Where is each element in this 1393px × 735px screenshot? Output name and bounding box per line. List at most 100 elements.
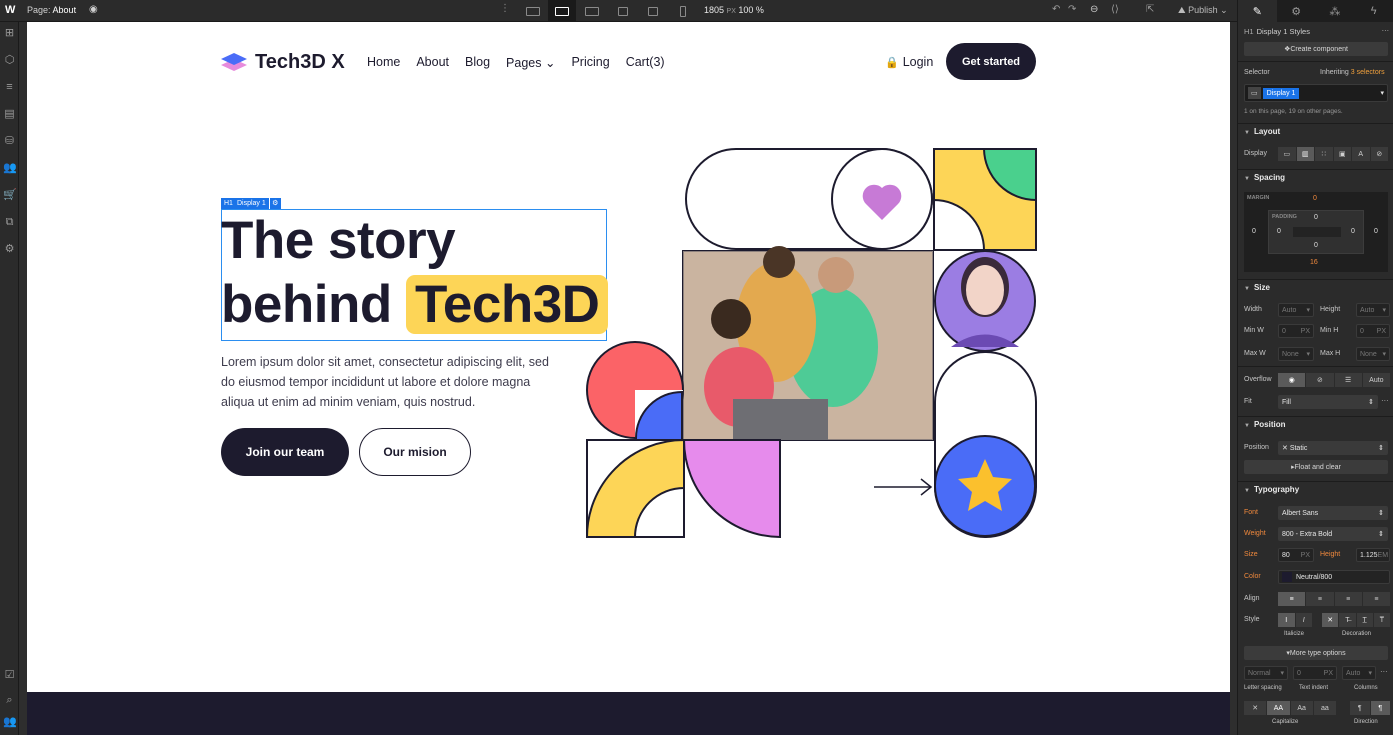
lightning-icon[interactable]: ϟ <box>1354 0 1393 22</box>
italic-none-icon[interactable]: I <box>1278 613 1295 627</box>
get-started-button[interactable]: Get started <box>946 43 1036 80</box>
fit-more-icon[interactable]: ⋯ <box>1381 396 1389 405</box>
export-icon[interactable]: ⇱ <box>1146 4 1154 15</box>
selector-state-icon[interactable]: ▭ <box>1248 87 1261 99</box>
margin-left[interactable]: 0 <box>1252 228 1256 235</box>
max-height-input[interactable]: None ▾ <box>1356 347 1390 361</box>
more-type-options-button[interactable]: ▾ More type options <box>1244 646 1388 660</box>
breakpoint-desktop-star-button[interactable] <box>578 0 606 22</box>
audit-check-icon[interactable]: ☑ <box>3 669 16 682</box>
nav-pages[interactable]: Pages ⌄ <box>506 55 555 70</box>
display-block-icon[interactable]: ▭ <box>1278 147 1296 161</box>
selector-dropdown-icon[interactable]: ▾ <box>1380 89 1384 97</box>
selection-tag[interactable]: H1 Display 1 ⚙ <box>221 198 281 209</box>
font-size-input[interactable]: 80 PX <box>1278 548 1314 562</box>
selector-chip[interactable]: Display 1 <box>1262 87 1300 99</box>
ecommerce-cart-icon[interactable]: 🛒 <box>3 189 17 202</box>
float-clear-button[interactable]: ▸ Float and clear <box>1244 460 1388 474</box>
capitalize-none[interactable]: ✕ <box>1244 701 1267 715</box>
display-inline-icon[interactable]: A <box>1352 147 1370 161</box>
nav-about[interactable]: About <box>416 55 449 70</box>
direction-rtl-icon[interactable]: ¶ <box>1370 701 1390 715</box>
min-height-input[interactable]: 0 PX <box>1356 324 1390 338</box>
capitalize-title[interactable]: Aa <box>1290 701 1313 715</box>
min-width-input[interactable]: 0 PX <box>1278 324 1314 338</box>
webflow-logo[interactable]: W <box>5 4 15 16</box>
margin-top[interactable]: 0 <box>1313 195 1317 202</box>
weight-select[interactable]: 800 - Extra Bold ⇕ <box>1278 527 1388 541</box>
overline-icon[interactable]: T̅ <box>1373 613 1390 627</box>
align-center-icon[interactable]: ≡ <box>1306 592 1334 606</box>
redo-icon[interactable]: ↷ <box>1068 4 1076 15</box>
fit-select[interactable]: Fill ⇕ <box>1278 395 1378 409</box>
add-panel-icon[interactable]: ⊞ <box>3 27 16 40</box>
create-component-button[interactable]: ❖ Create component <box>1244 42 1388 56</box>
type-more-icon[interactable]: ⋯ <box>1380 667 1388 676</box>
decoration-none-icon[interactable]: ✕ <box>1322 613 1339 627</box>
page-preview[interactable]: Tech3D X Home About Blog Pages ⌄ Pricing… <box>27 22 1230 735</box>
minus-circle-icon[interactable]: ⊖ <box>1090 4 1098 15</box>
position-section-header[interactable]: ▼ Position <box>1238 416 1393 432</box>
styles-more-icon[interactable]: ⋯ <box>1382 26 1390 35</box>
preview-eye-icon[interactable]: ◉ <box>89 4 98 15</box>
display-flex-icon[interactable]: ▥ <box>1296 147 1314 161</box>
navigator-icon[interactable]: ≡ <box>3 81 16 94</box>
nav-pricing[interactable]: Pricing <box>571 55 609 70</box>
selector-field[interactable]: ▭ Display 1 ▾ <box>1244 84 1388 102</box>
box-model-editor[interactable]: MARGIN 0 0 0 16 PADDING 0 0 0 0 <box>1244 192 1388 272</box>
padding-left[interactable]: 0 <box>1277 228 1281 235</box>
align-right-icon[interactable]: ≡ <box>1334 592 1362 606</box>
inheriting-info[interactable]: Inheriting 3 selectors <box>1320 69 1385 76</box>
nav-cart[interactable]: Cart(3) <box>626 55 665 70</box>
margin-bottom[interactable]: 16 <box>1310 259 1318 266</box>
spacing-section-header[interactable]: ▼ Spacing <box>1238 169 1393 185</box>
direction-ltr-icon[interactable]: ¶ <box>1350 701 1370 715</box>
design-canvas[interactable]: Tech3D X Home About Blog Pages ⌄ Pricing… <box>19 22 1237 735</box>
strikethrough-icon[interactable]: T̶ <box>1339 613 1356 627</box>
capitalize-lowercase[interactable]: aa <box>1313 701 1336 715</box>
overflow-hidden-icon[interactable]: ⊘ <box>1306 373 1334 387</box>
align-left-icon[interactable]: ≡ <box>1278 592 1306 606</box>
letter-spacing-input[interactable]: Normal ▾ <box>1244 666 1288 680</box>
text-indent-input[interactable]: 0 PX <box>1293 666 1337 680</box>
nav-home[interactable]: Home <box>367 55 400 70</box>
width-input[interactable]: Auto ▾ <box>1278 303 1314 317</box>
settings-gear-icon[interactable]: ⚙ <box>1277 0 1316 22</box>
nav-blog[interactable]: Blog <box>465 55 490 70</box>
capitalize-uppercase[interactable]: AA <box>1267 701 1290 715</box>
element-settings-gear-icon[interactable]: ⚙ <box>269 198 281 209</box>
breakpoint-tablet-button[interactable] <box>609 0 637 22</box>
display-inline-block-icon[interactable]: ▣ <box>1333 147 1351 161</box>
assets-icon[interactable]: ⧉ <box>3 216 16 229</box>
padding-right[interactable]: 0 <box>1351 228 1355 235</box>
color-swatch[interactable] <box>1282 572 1292 582</box>
site-logo[interactable]: Tech3D X <box>221 50 345 74</box>
font-select[interactable]: Albert Sans ⇕ <box>1278 506 1388 520</box>
display-grid-icon[interactable]: ∷ <box>1315 147 1333 161</box>
style-brush-icon[interactable]: ✎ <box>1238 0 1277 22</box>
breakpoint-mobile-landscape-button[interactable] <box>639 0 667 22</box>
components-icon[interactable]: ⬡ <box>3 54 16 67</box>
our-mission-button[interactable]: Our mision <box>359 428 471 476</box>
login-link[interactable]: 🔒 Login <box>885 55 933 69</box>
layout-section-header[interactable]: ▼ Layout <box>1238 123 1393 139</box>
breakpoint-mobile-portrait-button[interactable] <box>669 0 697 22</box>
page-selector[interactable]: Page: About <box>27 5 76 15</box>
height-input[interactable]: Auto ▾ <box>1356 303 1390 317</box>
code-icon[interactable]: ⟨⟩ <box>1111 4 1119 15</box>
display-none-icon[interactable]: ⊘ <box>1370 147 1388 161</box>
overflow-scroll-icon[interactable]: ☰ <box>1334 373 1362 387</box>
undo-icon[interactable]: ↶ <box>1052 4 1060 15</box>
max-width-input[interactable]: None ▾ <box>1278 347 1314 361</box>
join-team-button[interactable]: Join our team <box>221 428 349 476</box>
interactions-drops-icon[interactable]: ⁂ <box>1316 0 1355 22</box>
color-input[interactable]: Neutral/800 <box>1278 570 1390 584</box>
underline-icon[interactable]: T̲ <box>1356 613 1373 627</box>
hero-heading[interactable]: The story behind Tech3D <box>221 209 609 337</box>
size-section-header[interactable]: ▼ Size <box>1238 279 1393 295</box>
padding-top[interactable]: 0 <box>1314 214 1318 221</box>
settings-gear-icon[interactable]: ⚙ <box>3 243 16 256</box>
breakpoint-desktop-button[interactable] <box>548 0 576 22</box>
cms-icon[interactable]: ⛁ <box>3 135 16 148</box>
align-justify-icon[interactable]: ≡ <box>1362 592 1390 606</box>
